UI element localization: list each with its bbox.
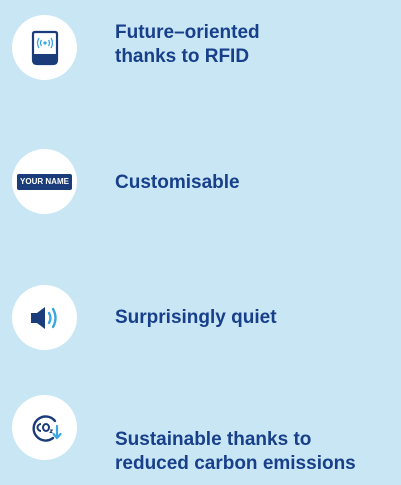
feature-label: Customisable — [115, 172, 240, 193]
feature-label: Future–oriented thanks to RFID — [115, 22, 260, 67]
feature-icon-circle — [12, 285, 77, 350]
feature-icon-circle — [12, 395, 77, 460]
features-panel: Future–oriented thanks to RFID YOUR NAME… — [0, 0, 401, 485]
co2-reduction-icon — [32, 414, 62, 442]
feature-label: Sustainable thanks to reduced carbon emi… — [115, 429, 356, 474]
feature-label: Surprisingly quiet — [115, 307, 277, 328]
rfid-card-icon — [31, 30, 58, 65]
your-name-badge-icon: YOUR NAME — [17, 173, 72, 190]
feature-icon-circle — [12, 15, 77, 80]
speaker-icon — [30, 306, 57, 329]
feature-icon-circle: YOUR NAME — [12, 149, 77, 214]
